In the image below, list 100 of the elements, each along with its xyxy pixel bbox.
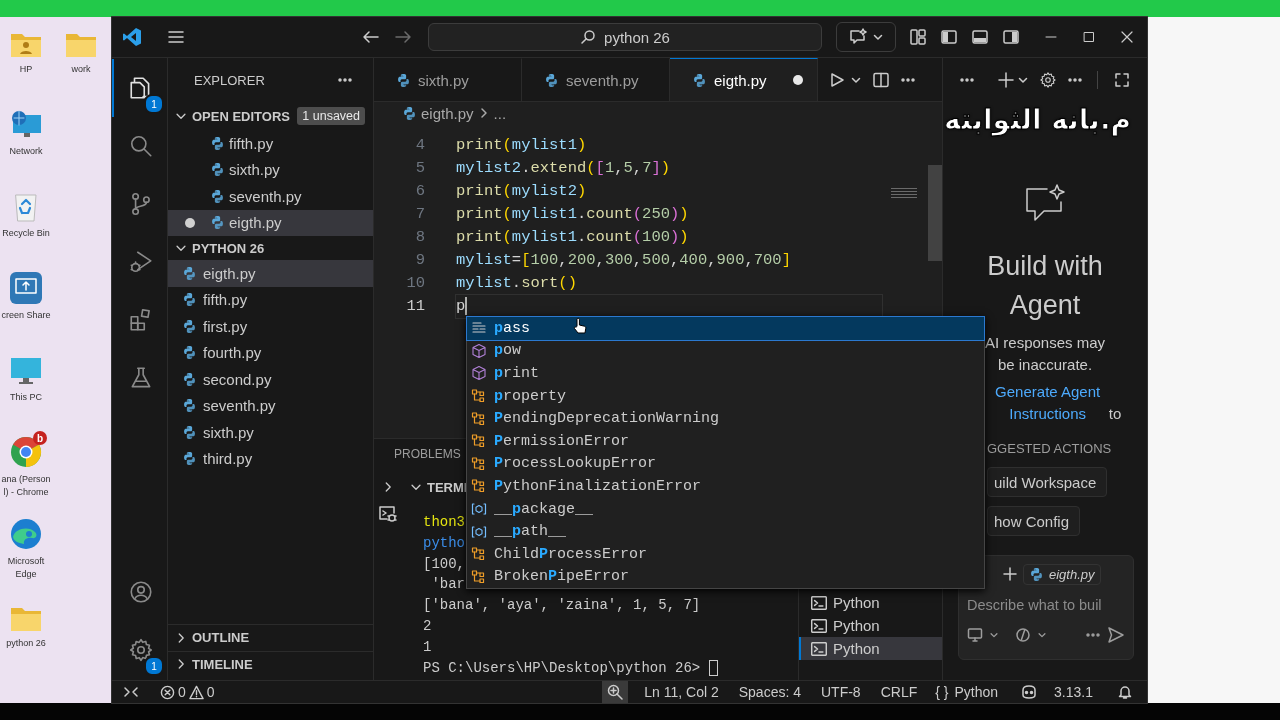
terminal-item[interactable]: Python bbox=[799, 591, 942, 614]
encoding-status[interactable]: UTF-8 bbox=[815, 681, 867, 703]
terminal-icon bbox=[811, 641, 827, 656]
open-editor-item[interactable]: fifth.py bbox=[168, 130, 373, 157]
desktop-icon-label[interactable]: This PC bbox=[0, 391, 52, 404]
suggestion-item[interactable]: property bbox=[467, 384, 984, 408]
bell-icon[interactable] bbox=[1117, 684, 1133, 700]
caret-icon[interactable] bbox=[1037, 630, 1047, 640]
toggle-panel-icon[interactable] bbox=[970, 28, 989, 46]
suggestion-item[interactable]: pow bbox=[467, 339, 984, 363]
cursor-position[interactable]: Ln 11, Col 2 bbox=[638, 681, 725, 703]
editor-tab[interactable]: sixth.py bbox=[374, 58, 522, 101]
settings-icon[interactable] bbox=[127, 637, 154, 663]
app-logo-icon[interactable] bbox=[122, 27, 142, 47]
toggle-secondary-sidebar-icon[interactable] bbox=[1001, 28, 1020, 46]
panel-tab[interactable]: PROBLEMS bbox=[394, 447, 461, 461]
context-file-chip[interactable]: eigth.py bbox=[1023, 563, 1101, 585]
breadcrumb-item[interactable]: ... bbox=[493, 104, 507, 122]
editor-tab[interactable]: eigth.py bbox=[670, 58, 818, 101]
search-field[interactable]: python 26 bbox=[428, 23, 822, 51]
suggestion-item[interactable]: PermissionError bbox=[467, 429, 984, 453]
terminal-item[interactable]: Python bbox=[799, 637, 942, 660]
maximize-icon[interactable] bbox=[1114, 72, 1130, 88]
toggle-sidebar-icon[interactable] bbox=[939, 28, 958, 46]
desktop-icon-label[interactable]: python 26 bbox=[0, 637, 52, 650]
hand-cursor-icon bbox=[573, 317, 587, 335]
file-item[interactable]: seventh.py bbox=[168, 392, 373, 419]
wave-logo-icon[interactable] bbox=[9, 517, 43, 551]
terminal-prompt: PS C:\Users\HP\Desktop\python 26> bbox=[423, 659, 702, 676]
zoom-button[interactable] bbox=[602, 681, 629, 703]
copilot-icon[interactable] bbox=[1020, 684, 1039, 700]
open-editor-item[interactable]: eigth.py bbox=[168, 209, 373, 236]
desktop-icon-label[interactable]: HP bbox=[0, 63, 52, 76]
file-item[interactable]: first.py bbox=[168, 313, 373, 340]
breadcrumb-item[interactable]: eigth.py bbox=[421, 104, 474, 122]
section-header[interactable]: TERMI bbox=[427, 479, 468, 495]
language-status[interactable]: { } Python bbox=[929, 681, 1005, 703]
terminal-cursor bbox=[708, 659, 718, 676]
desktop-icon-label[interactable]: Network bbox=[0, 145, 52, 158]
instructions-link[interactable]: Generate Agent Instructions bbox=[990, 381, 1105, 425]
send-icon[interactable] bbox=[1107, 626, 1125, 644]
suggestion-item[interactable]: print bbox=[467, 362, 984, 385]
line-ending-status[interactable]: CRLF bbox=[874, 681, 924, 703]
cube-icon bbox=[471, 365, 487, 382]
suggestion-item[interactable]: PendingDeprecationWarning bbox=[467, 407, 984, 430]
desktop-icon-label[interactable]: Microsoft Edge bbox=[0, 555, 52, 581]
suggestion-item[interactable]: __path__ bbox=[467, 520, 984, 543]
caret-icon[interactable] bbox=[989, 630, 999, 640]
close-icon[interactable] bbox=[1120, 30, 1134, 44]
debug-console-icon[interactable] bbox=[377, 504, 398, 524]
desktop-icon-label[interactable]: creen Share bbox=[0, 309, 52, 322]
suggestion-item[interactable]: ChildProcessError bbox=[467, 542, 984, 566]
run-icon[interactable] bbox=[828, 70, 846, 89]
circle-logo-icon[interactable] bbox=[9, 435, 43, 469]
python-file-icon bbox=[182, 398, 197, 414]
menu-icon[interactable] bbox=[167, 28, 185, 46]
file-item[interactable]: second.py bbox=[168, 366, 373, 393]
desktop-icon-label[interactable]: ana (Person l) - Chrome bbox=[0, 473, 52, 499]
split-editor-icon[interactable] bbox=[872, 70, 890, 89]
file-item[interactable]: sixth.py bbox=[168, 419, 373, 446]
suggestion-item[interactable]: PythonFinalizationError bbox=[467, 475, 984, 498]
layout-icon[interactable] bbox=[908, 28, 927, 46]
indentation-status[interactable]: Spaces: 4 bbox=[732, 681, 807, 703]
monitor-icon[interactable] bbox=[967, 627, 983, 643]
suggestion-item[interactable]: pass bbox=[467, 317, 984, 340]
back-arrow-icon[interactable] bbox=[362, 28, 380, 46]
suggested-action-button[interactable]: uild Workspace bbox=[987, 467, 1108, 497]
account-icon[interactable] bbox=[127, 579, 154, 605]
problems-status[interactable]: 0 0 bbox=[154, 681, 221, 703]
code-line: mylist.sort() bbox=[456, 273, 578, 294]
maximize-icon[interactable] bbox=[1082, 30, 1096, 44]
chat-button[interactable] bbox=[836, 22, 896, 52]
suggestion-item[interactable]: __package__ bbox=[467, 497, 984, 521]
chat-input-field[interactable]: Describe what to buil bbox=[967, 594, 1125, 616]
open-editor-item[interactable]: sixth.py bbox=[168, 156, 373, 183]
section-header[interactable]: OPEN EDITORS bbox=[192, 108, 290, 124]
scrollbar-thumb[interactable] bbox=[928, 165, 942, 261]
suggestion-item[interactable]: BrokenPipeError bbox=[467, 565, 984, 589]
file-item[interactable]: fifth.py bbox=[168, 286, 373, 313]
desktop-icon-label[interactable]: Recycle Bin bbox=[0, 227, 52, 240]
run-debug-icon[interactable] bbox=[127, 249, 154, 275]
plus-icon[interactable] bbox=[1003, 567, 1017, 581]
user-folder-icon[interactable] bbox=[9, 31, 43, 59]
section-header[interactable]: TIMELINE bbox=[192, 656, 253, 672]
version-status[interactable]: 3.13.1 bbox=[1048, 681, 1099, 703]
settings-icon[interactable] bbox=[1039, 71, 1057, 89]
file-item[interactable]: eigth.py bbox=[168, 260, 373, 287]
file-item[interactable]: third.py bbox=[168, 445, 373, 472]
terminal-item[interactable]: Python bbox=[799, 614, 942, 637]
variable-icon bbox=[471, 501, 487, 518]
desktop-icon-label[interactable]: work bbox=[55, 63, 107, 76]
plus-icon[interactable] bbox=[997, 71, 1015, 89]
file-item[interactable]: fourth.py bbox=[168, 339, 373, 366]
folder-header[interactable]: PYTHON 26 bbox=[192, 240, 265, 256]
suggestion-item[interactable]: ProcessLookupError bbox=[467, 452, 984, 476]
screen-share-icon[interactable] bbox=[9, 271, 43, 305]
suggested-action-button[interactable]: how Config bbox=[987, 506, 1081, 536]
monitor-icon[interactable] bbox=[9, 355, 43, 387]
section-header[interactable]: OUTLINE bbox=[192, 630, 250, 646]
open-editor-item[interactable]: seventh.py bbox=[168, 183, 373, 210]
